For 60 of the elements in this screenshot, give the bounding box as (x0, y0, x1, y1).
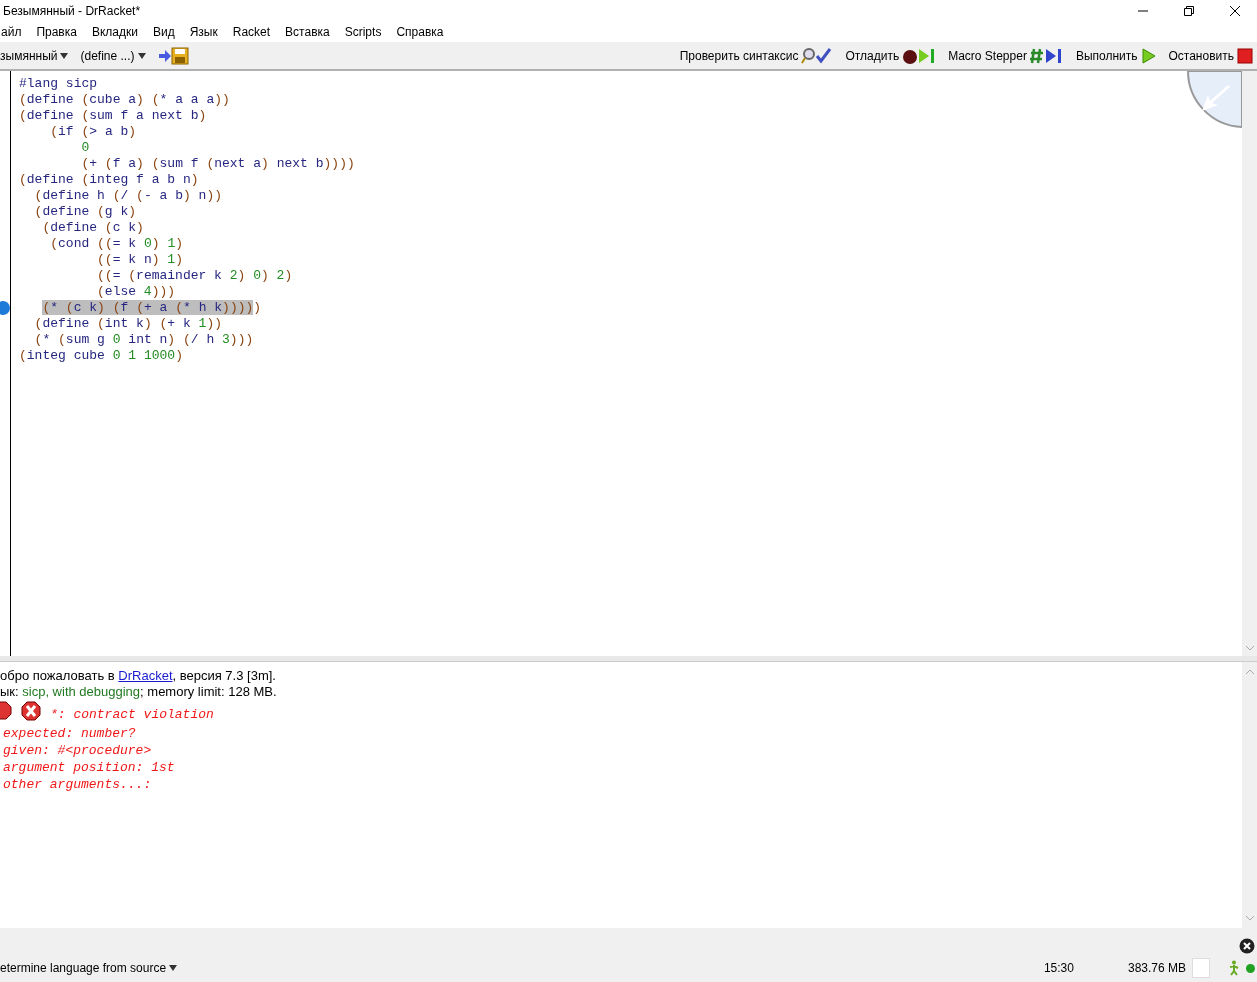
close-icon[interactable] (1229, 5, 1241, 17)
language-dropdown[interactable]: etermine language from source (0, 961, 178, 975)
code-line: (define (integ f a b n) (19, 172, 200, 188)
code-line: (define (g k) (33, 204, 138, 220)
menu-item[interactable]: Правка (35, 25, 78, 39)
code-line: (+ (f a) (sum f (next a) next b)))) (80, 156, 356, 172)
menu-item[interactable]: Вид (151, 25, 176, 39)
file-dropdown[interactable]: зымянный (0, 48, 69, 63)
status-dot (1246, 963, 1255, 973)
magnifier-check-icon (801, 46, 834, 65)
play-icon (1140, 46, 1157, 65)
error-detail: argument position: 1st (2, 760, 176, 777)
caret-icon[interactable] (169, 965, 178, 971)
error-detail: given: #<procedure> (2, 743, 153, 760)
code-line: (define (int k) (+ k 1)) (33, 316, 223, 332)
code-line: (* (sum g 0 int n) (/ h 3))) (33, 332, 255, 348)
menu-item[interactable]: Racket (231, 25, 272, 39)
error-detail: other arguments...: (2, 777, 153, 794)
stop-button[interactable]: Остановить (1168, 47, 1253, 64)
memory-usage: 383.76 MB (1127, 961, 1186, 975)
menu-item[interactable]: Язык (188, 25, 219, 39)
code-line: (cond ((= k 0) 1) (49, 236, 184, 252)
menu-item[interactable]: Вкладки (90, 25, 139, 39)
menu-item[interactable]: Справка (395, 25, 445, 39)
code-line: #lang sicp (19, 76, 99, 92)
caret-icon[interactable] (60, 52, 69, 59)
close-icon[interactable] (1239, 938, 1255, 954)
stop-icon (1237, 47, 1253, 64)
code-line: ((= k n) 1) (96, 252, 184, 268)
code-line: (define (cube a) (* a a a)) (19, 92, 231, 108)
code-line: ((= (remainder k 2) 0) 2) (96, 268, 294, 284)
code-line: (integ cube 0 1 1000) (19, 348, 184, 364)
bomb-play-icon (902, 46, 937, 65)
cursor-position: 15:30 (1043, 961, 1074, 975)
code-line: (else 4))) (96, 284, 177, 300)
run-button[interactable]: Выполнить (1075, 46, 1157, 65)
menu-item[interactable]: Вставка (284, 25, 331, 39)
window-title: Безымянный - DrRacket* (3, 4, 142, 18)
error-detail: expected: number? (2, 726, 137, 743)
code-line: (define h (/ (- a b) n)) (33, 188, 224, 204)
hash-play-icon (1029, 46, 1064, 65)
menu-item[interactable]: айл (0, 25, 23, 39)
caret-icon[interactable] (137, 52, 146, 59)
arrow-floppy-icon[interactable] (157, 46, 190, 65)
error-message: *: contract violation (50, 706, 214, 722)
drracket-link[interactable]: DrRacket (118, 668, 173, 683)
code-line: (define (c k) (41, 220, 145, 236)
code-line: 0 (80, 140, 91, 156)
macro-stepper-button[interactable]: Macro Stepper (948, 46, 1064, 65)
walking-figure-icon (1228, 960, 1240, 976)
welcome-message: обро пожаловать в DrRacket, версия 7.3 [3m]. (0, 668, 277, 684)
check-syntax-button[interactable]: Проверить синтаксис (679, 46, 834, 65)
code-line: (if (> a b) (49, 124, 138, 140)
language-message: ык: sicp, with debugging; memory limit: 128 MB. (0, 684, 278, 700)
breakpoint-marker[interactable] (0, 301, 10, 315)
define-dropdown[interactable]: (define ...) (80, 48, 146, 63)
restore-icon[interactable] (1183, 5, 1195, 17)
menu-item[interactable]: Scripts (343, 25, 383, 39)
debug-button[interactable]: Отладить (845, 46, 937, 65)
code-line: (define (sum f a next b) (19, 108, 208, 124)
